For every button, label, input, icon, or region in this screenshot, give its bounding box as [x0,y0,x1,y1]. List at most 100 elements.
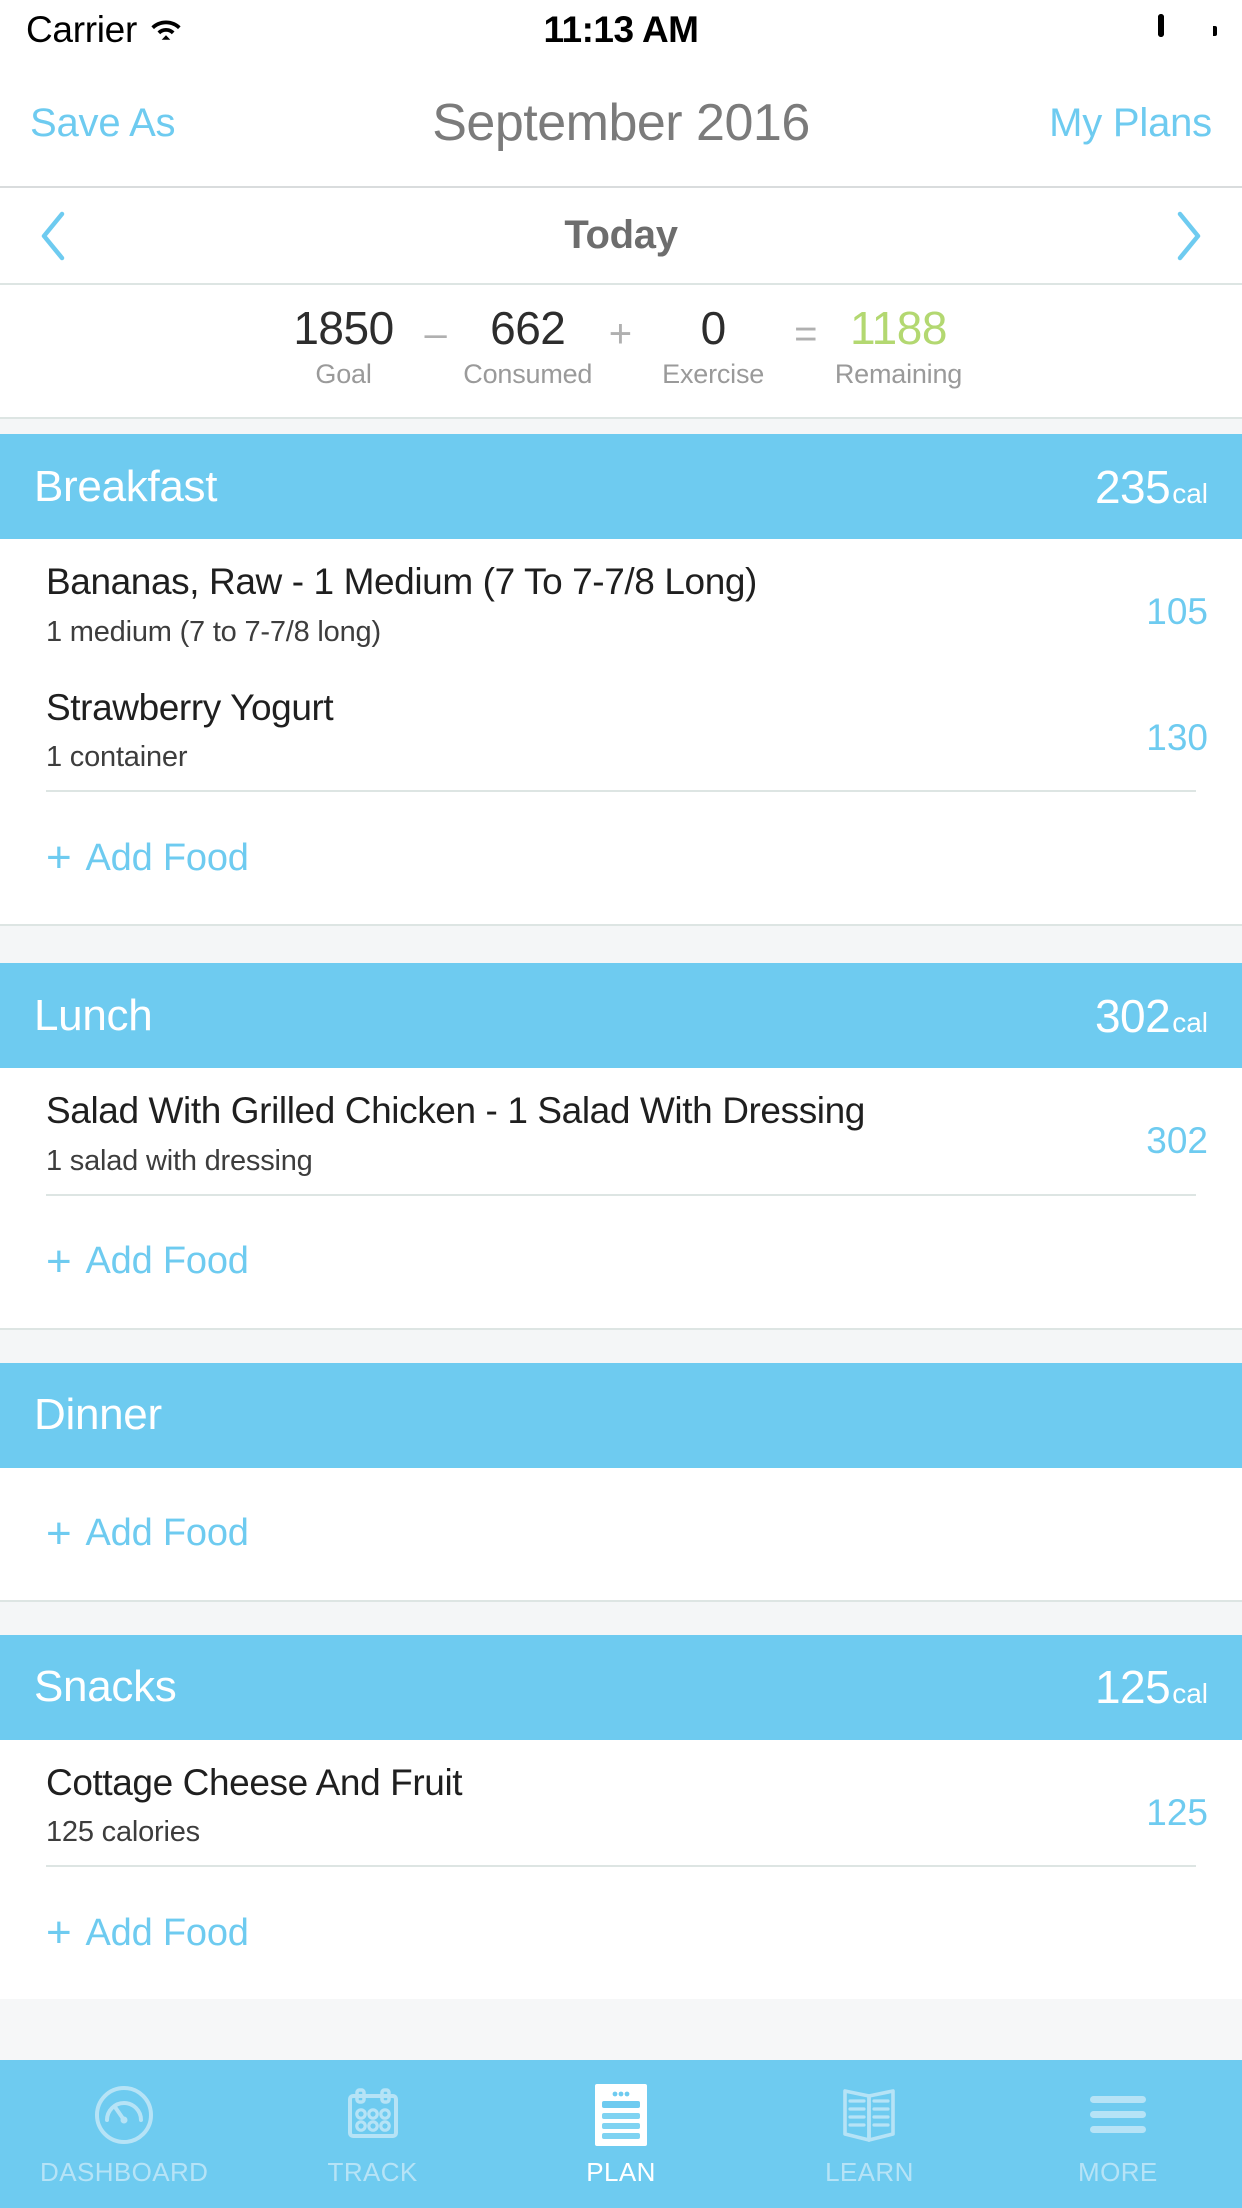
meal-name: Breakfast [34,461,218,511]
tab-label: LEARN [825,2156,914,2187]
plan-document-icon [593,2081,649,2149]
plus-operator: + [608,311,633,356]
meal-calorie-unit: cal [1172,1006,1208,1038]
food-item-calories: 302 [1146,1120,1208,1162]
tab-dashboard[interactable]: DASHBOARD [0,2081,248,2188]
save-as-button[interactable]: Save As [30,101,176,146]
goal-value: 1850 [293,301,394,354]
day-selector: Today [0,188,1242,285]
add-food-label: Add Food [85,1512,249,1555]
calendar-icon [342,2081,404,2149]
status-bar-clock: 11:13 AM [543,9,699,50]
food-item-calories: 125 [1146,1791,1208,1833]
tab-learn[interactable]: LEARN [745,2081,993,2188]
remaining-label: Remaining [834,359,963,390]
meal-calorie-unit: cal [1172,1678,1208,1710]
food-item-row[interactable]: Bananas, Raw - 1 Medium (7 To 7-7/8 Long… [0,539,1242,665]
plus-icon: + [46,1908,72,1958]
tab-label: DASHBOARD [40,2156,209,2187]
meal-list[interactable]: Breakfast 235 cal Bananas, Raw - 1 Medium (… [0,417,1242,2208]
food-item-name: Cottage Cheese And Fruit [46,1761,463,1803]
tab-label: MORE [1078,2156,1158,2187]
status-bar-right [1158,13,1217,44]
add-food-label: Add Food [85,836,249,879]
meal-name: Snacks [34,1662,177,1712]
hamburger-menu-icon [1087,2081,1149,2149]
bottom-tab-bar: DASHBOARD TRACK PLAN LEARN MORE [0,2060,1242,2208]
summary-goal: 1850 Goal [269,301,419,391]
food-item-calories: 105 [1146,591,1208,632]
meal-header-lunch[interactable]: Lunch 302 cal [0,963,1242,1069]
food-item-name: Bananas, Raw - 1 Medium (7 To 7-7/8 Long… [46,561,757,602]
add-food-button[interactable]: + Add Food [0,1468,1242,1600]
battery-full-icon [1158,13,1217,44]
minus-operator: – [424,311,447,356]
status-bar: Carrier 11:13 AM [0,0,1242,60]
tab-label: TRACK [327,2156,418,2187]
meal-body-breakfast: Bananas, Raw - 1 Medium (7 To 7-7/8 Long… [0,539,1242,925]
open-book-icon [838,2081,900,2149]
tab-more[interactable]: MORE [994,2081,1242,2188]
add-food-label: Add Food [85,1911,249,1954]
meal-calorie-value: 125 [1094,1661,1171,1714]
food-item-name: Salad With Grilled Chicken - 1 Salad Wit… [46,1090,865,1132]
add-food-label: Add Food [85,1240,249,1283]
food-item-texts: Salad With Grilled Chicken - 1 Salad Wit… [46,1090,1146,1178]
food-item-texts: Cottage Cheese And Fruit 125 calories [46,1762,1146,1850]
food-item-calories: 130 [1146,716,1208,758]
summary-consumed: 662 Consumed [453,301,603,391]
food-item-row[interactable]: Cottage Cheese And Fruit 125 calories 125 [0,1740,1242,1866]
section-gap [0,924,1242,964]
section-gap [0,1599,1242,1635]
remaining-value: 1188 [850,301,947,354]
food-item-serving: 1 medium (7 to 7-7/8 long) [46,615,381,648]
meal-body-lunch: Salad With Grilled Chicken - 1 Salad Wit… [0,1068,1242,1328]
meal-calorie-unit: cal [1172,477,1208,509]
meal-header-snacks[interactable]: Snacks 125 cal [0,1634,1242,1740]
add-food-button[interactable]: + Add Food [0,1867,1242,1999]
meal-calorie-total: 125 cal [1095,1660,1208,1714]
food-item-row[interactable]: Salad With Grilled Chicken - 1 Salad Wit… [0,1068,1242,1194]
meal-calorie-total: 235 cal [1095,460,1208,514]
speedometer-icon [93,2081,155,2149]
chevron-left-icon[interactable] [38,210,68,262]
tab-track[interactable]: TRACK [248,2081,496,2188]
section-gap [0,417,1242,434]
goal-label: Goal [315,359,372,390]
food-item-serving: 1 salad with dressing [46,1144,313,1177]
meal-calorie-value: 235 [1094,460,1171,513]
navigation-bar: Save As September 2016 My Plans [0,60,1242,188]
equals-operator: = [794,311,818,356]
meal-header-breakfast[interactable]: Breakfast 235 cal [0,434,1242,539]
meal-body-dinner: + Add Food [0,1467,1242,1600]
plus-icon: + [46,833,72,883]
food-item-name: Strawberry Yogurt [46,686,334,728]
consumed-label: Consumed [463,359,593,390]
current-day-label: Today [564,213,678,257]
consumed-value: 662 [490,301,566,354]
food-item-serving: 125 calories [46,1816,200,1849]
meal-calorie-value: 302 [1094,989,1171,1042]
chevron-right-icon[interactable] [1174,210,1204,262]
exercise-value: 0 [700,301,727,354]
section-gap [0,1327,1242,1363]
exercise-label: Exercise [662,359,765,390]
my-plans-button[interactable]: My Plans [1049,101,1212,146]
food-item-serving: 1 container [46,741,188,774]
summary-remaining: 1188 Remaining [823,301,973,391]
app-screen: Carrier 11:13 AM Save As September 2016 … [0,0,1242,2208]
food-item-texts: Strawberry Yogurt 1 container [46,687,1146,775]
plus-icon: + [46,1236,72,1286]
add-food-button[interactable]: + Add Food [0,792,1242,924]
plus-icon: + [46,1508,72,1558]
add-food-button[interactable]: + Add Food [0,1196,1242,1328]
meal-header-dinner[interactable]: Dinner [0,1362,1242,1468]
tab-plan[interactable]: PLAN [497,2081,745,2188]
food-item-row[interactable]: Strawberry Yogurt 1 container 130 [0,665,1242,791]
calorie-summary: 1850 Goal – 662 Consumed + 0 Exercise = … [0,285,1242,417]
food-item-texts: Bananas, Raw - 1 Medium (7 To 7-7/8 Long… [46,561,1146,649]
meal-calorie-total: 302 cal [1095,989,1208,1043]
meal-name: Dinner [34,1390,162,1440]
tab-label: PLAN [586,2156,656,2187]
meal-name: Lunch [34,990,153,1040]
